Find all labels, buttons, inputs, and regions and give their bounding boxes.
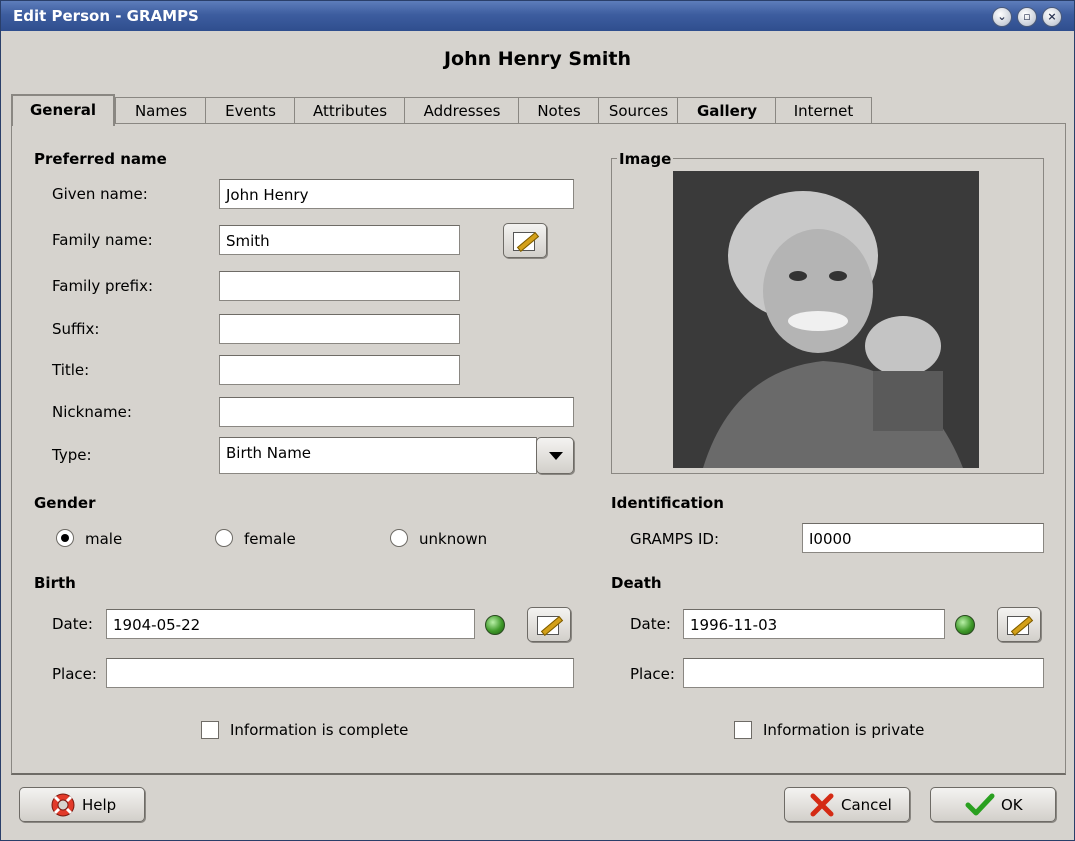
help-button[interactable]: Help xyxy=(19,787,145,822)
death-date-label: Date: xyxy=(630,615,671,633)
tab-events[interactable]: Events xyxy=(205,97,296,124)
tab-general[interactable]: General xyxy=(11,94,115,126)
person-photo[interactable] xyxy=(673,171,979,468)
gender-female-radio[interactable] xyxy=(215,529,233,547)
ok-button-label: OK xyxy=(1001,796,1023,814)
ok-button[interactable]: OK xyxy=(930,787,1056,822)
gender-unknown-label[interactable]: unknown xyxy=(419,530,487,548)
family-prefix-label: Family prefix: xyxy=(52,277,154,295)
preferred-name-heading: Preferred name xyxy=(34,150,167,168)
birth-date-edit-button[interactable] xyxy=(527,607,571,642)
help-button-label: Help xyxy=(82,796,117,814)
edit-pencil-icon xyxy=(513,231,540,253)
info-private-checkbox[interactable] xyxy=(734,721,752,739)
given-name-label: Given name: xyxy=(52,185,148,203)
info-private-label[interactable]: Information is private xyxy=(763,721,924,739)
gender-male-label[interactable]: male xyxy=(85,530,122,548)
title-input[interactable] xyxy=(219,355,460,385)
death-heading: Death xyxy=(611,574,662,592)
chevron-down-icon xyxy=(549,452,563,460)
given-name-input[interactable]: John Henry xyxy=(219,179,574,209)
nickname-input[interactable] xyxy=(219,397,574,427)
lifebuoy-icon xyxy=(51,793,75,817)
suffix-label: Suffix: xyxy=(52,320,100,338)
edit-person-window: Edit Person - GRAMPS ⌄ ▫ × John Henry Sm… xyxy=(0,0,1075,841)
info-complete-checkbox[interactable] xyxy=(201,721,219,739)
tab-addresses[interactable]: Addresses xyxy=(404,97,520,124)
close-icon[interactable]: × xyxy=(1042,7,1062,27)
minimize-icon[interactable]: ⌄ xyxy=(992,7,1012,27)
death-date-input[interactable]: 1996-11-03 xyxy=(683,609,945,639)
identification-heading: Identification xyxy=(611,494,724,512)
tab-names[interactable]: Names xyxy=(115,97,207,124)
family-name-label: Family name: xyxy=(52,231,153,249)
death-place-input[interactable] xyxy=(683,658,1044,688)
death-date-edit-button[interactable] xyxy=(997,607,1041,642)
birth-place-input[interactable] xyxy=(106,658,574,688)
birth-date-status-icon xyxy=(485,615,505,635)
gender-heading: Gender xyxy=(34,494,96,512)
image-heading: Image xyxy=(617,150,674,168)
title-label: Title: xyxy=(52,361,90,379)
edit-family-name-button[interactable] xyxy=(503,223,547,258)
death-date-status-icon xyxy=(955,615,975,635)
edit-pencil-icon xyxy=(537,615,564,637)
gender-unknown-radio[interactable] xyxy=(390,529,408,547)
person-name-heading: John Henry Smith xyxy=(443,48,632,70)
info-complete-label[interactable]: Information is complete xyxy=(230,721,408,739)
window-title: Edit Person - GRAMPS xyxy=(13,7,199,25)
title-bar[interactable]: Edit Person - GRAMPS ⌄ ▫ × xyxy=(1,1,1074,31)
tab-notes[interactable]: Notes xyxy=(518,97,600,124)
family-name-input[interactable]: Smith xyxy=(219,225,460,255)
edit-pencil-icon xyxy=(1007,615,1034,637)
tab-gallery[interactable]: Gallery xyxy=(677,97,777,124)
suffix-input[interactable] xyxy=(219,314,460,344)
family-prefix-input[interactable] xyxy=(219,271,460,301)
green-check-icon xyxy=(965,793,995,816)
death-place-label: Place: xyxy=(630,665,675,683)
maximize-icon[interactable]: ▫ xyxy=(1017,7,1037,27)
type-combo-entry[interactable]: Birth Name xyxy=(219,437,537,474)
birth-date-label: Date: xyxy=(52,615,93,633)
gender-male-radio[interactable] xyxy=(56,529,74,547)
cancel-button-label: Cancel xyxy=(841,796,892,814)
birth-date-input[interactable]: 1904-05-22 xyxy=(106,609,475,639)
gender-female-label[interactable]: female xyxy=(244,530,296,548)
birth-place-label: Place: xyxy=(52,665,97,683)
cancel-button[interactable]: Cancel xyxy=(784,787,910,822)
portrait-image xyxy=(673,171,979,468)
nickname-label: Nickname: xyxy=(52,403,132,421)
type-dropdown-button[interactable] xyxy=(536,437,574,474)
birth-heading: Birth xyxy=(34,574,76,592)
gramps-id-input[interactable]: I0000 xyxy=(802,523,1044,553)
tab-internet[interactable]: Internet xyxy=(775,97,872,124)
type-label: Type: xyxy=(52,446,92,464)
gramps-id-label: GRAMPS ID: xyxy=(630,530,720,548)
red-x-icon xyxy=(810,793,834,817)
tab-sources[interactable]: Sources xyxy=(598,97,679,124)
tab-attributes[interactable]: Attributes xyxy=(294,97,406,124)
